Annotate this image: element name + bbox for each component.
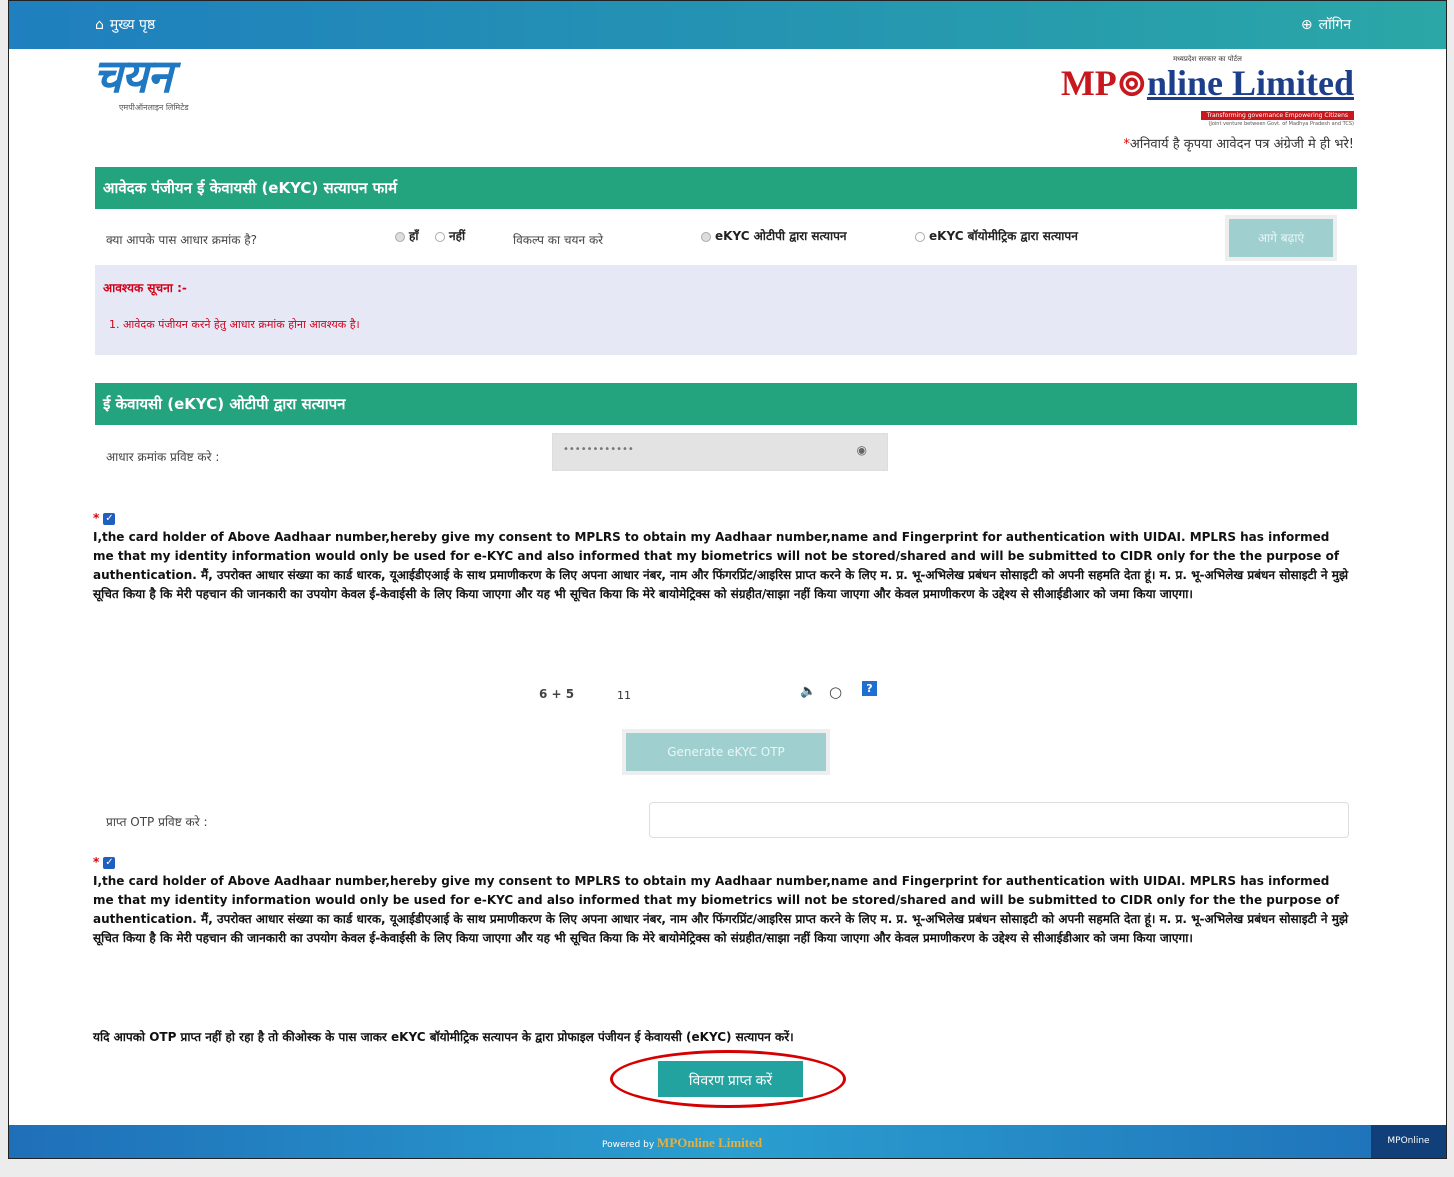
generate-otp-button[interactable]: Generate eKYC OTP <box>622 729 830 775</box>
otp-input-label: प्राप्त OTP प्रविष्ट करे : <box>106 815 208 829</box>
aadhaar-input-value: •••••••••••• <box>563 444 634 455</box>
mandatory-note: *अनिवार्य है कृपया आवेदन पत्र अंग्रेजी म… <box>1123 137 1354 152</box>
notice-text: 1. आवेदक पंजीयन करने हेतु आधार क्रमांक ह… <box>109 318 360 331</box>
consent-text-2: I,the card holder of Above Aadhaar numbe… <box>93 874 1349 945</box>
top-bar: ⌂ मुख्य पृष्ठ ⊕ लॉगिन <box>9 1 1446 49</box>
mponline-logo-tagline: Transforming governance Empowering Citiz… <box>1200 111 1354 120</box>
chayan-logo[interactable]: चयन एमपीऑनलाइन लिमिटेड <box>93 51 263 113</box>
no-radio[interactable] <box>435 231 445 242</box>
captcha-input-value: 11 <box>617 689 631 702</box>
footer: Powered by MPOnline Limited MPOnline <box>9 1125 1446 1158</box>
aadhaar-input-label: आधार क्रमांक प्रविष्ट करे : <box>106 450 220 464</box>
aadhaar-yes-option[interactable]: हाँ <box>395 227 418 244</box>
mponline-logo-sub: (Joint venture between Govt. of Madhya P… <box>1208 121 1354 127</box>
proceed-button[interactable]: आगे बढ़ाएं <box>1225 215 1337 261</box>
otp-input[interactable] <box>649 802 1349 838</box>
choose-option-label: विकल्प का चयन करे <box>513 233 604 247</box>
header: चयन एमपीऑनलाइन लिमिटेड मध्यप्रदेश सरकार … <box>9 49 1446 127</box>
powered-by: Powered by MPOnline Limited <box>602 1135 763 1150</box>
chayan-logo-tag: एमपीऑनलाइन लिमिटेड <box>119 103 189 112</box>
page-frame: ⌂ मुख्य पृष्ठ ⊕ लॉगिन चयन एमपीऑनलाइन लिम… <box>8 0 1447 1159</box>
aadhaar-no-option[interactable]: नहीं <box>435 227 465 244</box>
section-title-otp: ई केवायसी (eKYC) ओटीपी द्वारा सत्यापन <box>95 383 1357 425</box>
consent-checkbox-2[interactable]: ✓ <box>103 856 116 869</box>
biometric-radio[interactable] <box>915 231 925 242</box>
chayan-logo-text: चयन <box>93 49 172 103</box>
otp-radio[interactable] <box>701 231 711 242</box>
consent-block-2: * ✓ I,the card holder of Above Aadhaar n… <box>93 853 1353 948</box>
login-link[interactable]: ⊕ लॉगिन <box>1301 15 1351 34</box>
consent-block-1: * ✓ I,the card holder of Above Aadhaar n… <box>93 509 1353 604</box>
show-password-icon[interactable]: ◉ <box>857 443 867 457</box>
home-label: मुख्य पृष्ठ <box>109 17 156 33</box>
login-label: लॉगिन <box>1318 17 1351 33</box>
notice-box: आवश्यक सूचना :- 1. आवेदक पंजीयन करने हेत… <box>95 265 1357 355</box>
biometric-verify-option[interactable]: eKYC बॉयोमीट्रिक द्वारा सत्यापन <box>915 227 1078 244</box>
aadhaar-input[interactable]: •••••••••••• ◉ <box>552 433 888 471</box>
captcha-input[interactable]: 11 <box>609 679 794 711</box>
section-title-registration: आवेदक पंजीयन ई केवायसी (eKYC) सत्यापन फा… <box>95 167 1357 209</box>
no-otp-note: यदि आपको OTP प्राप्त नहीं हो रहा है तो क… <box>93 1030 794 1044</box>
footer-brand: MPOnline Limited <box>657 1135 763 1150</box>
notice-heading: आवश्यक सूचना :- <box>103 281 187 295</box>
mponline-logo[interactable]: मध्यप्रदेश सरकार का पोर्टल MP⊚nline Limi… <box>1061 55 1354 127</box>
consent-checkbox-1[interactable]: ✓ <box>103 512 116 525</box>
home-icon: ⌂ <box>95 16 104 33</box>
home-link[interactable]: ⌂ मुख्य पृष्ठ <box>95 15 155 34</box>
audio-icon[interactable]: 🔈 <box>800 684 816 699</box>
captcha-question: 6 + 5 <box>539 687 575 701</box>
aadhaar-question: क्या आपके पास आधार क्रमांक है? <box>106 233 258 247</box>
yes-radio[interactable] <box>395 231 405 242</box>
help-icon[interactable]: ? <box>862 681 877 696</box>
otp-verify-option[interactable]: eKYC ओटीपी द्वारा सत्यापन <box>701 227 847 244</box>
refresh-icon[interactable]: ○ <box>829 683 842 701</box>
consent-text-1: I,the card holder of Above Aadhaar numbe… <box>93 530 1349 601</box>
mponline-logo-text: MP⊚nline Limited <box>1060 63 1354 103</box>
footer-mponline-link[interactable]: MPOnline <box>1371 1125 1446 1158</box>
highlight-circle <box>610 1050 846 1108</box>
login-icon: ⊕ <box>1300 16 1313 33</box>
